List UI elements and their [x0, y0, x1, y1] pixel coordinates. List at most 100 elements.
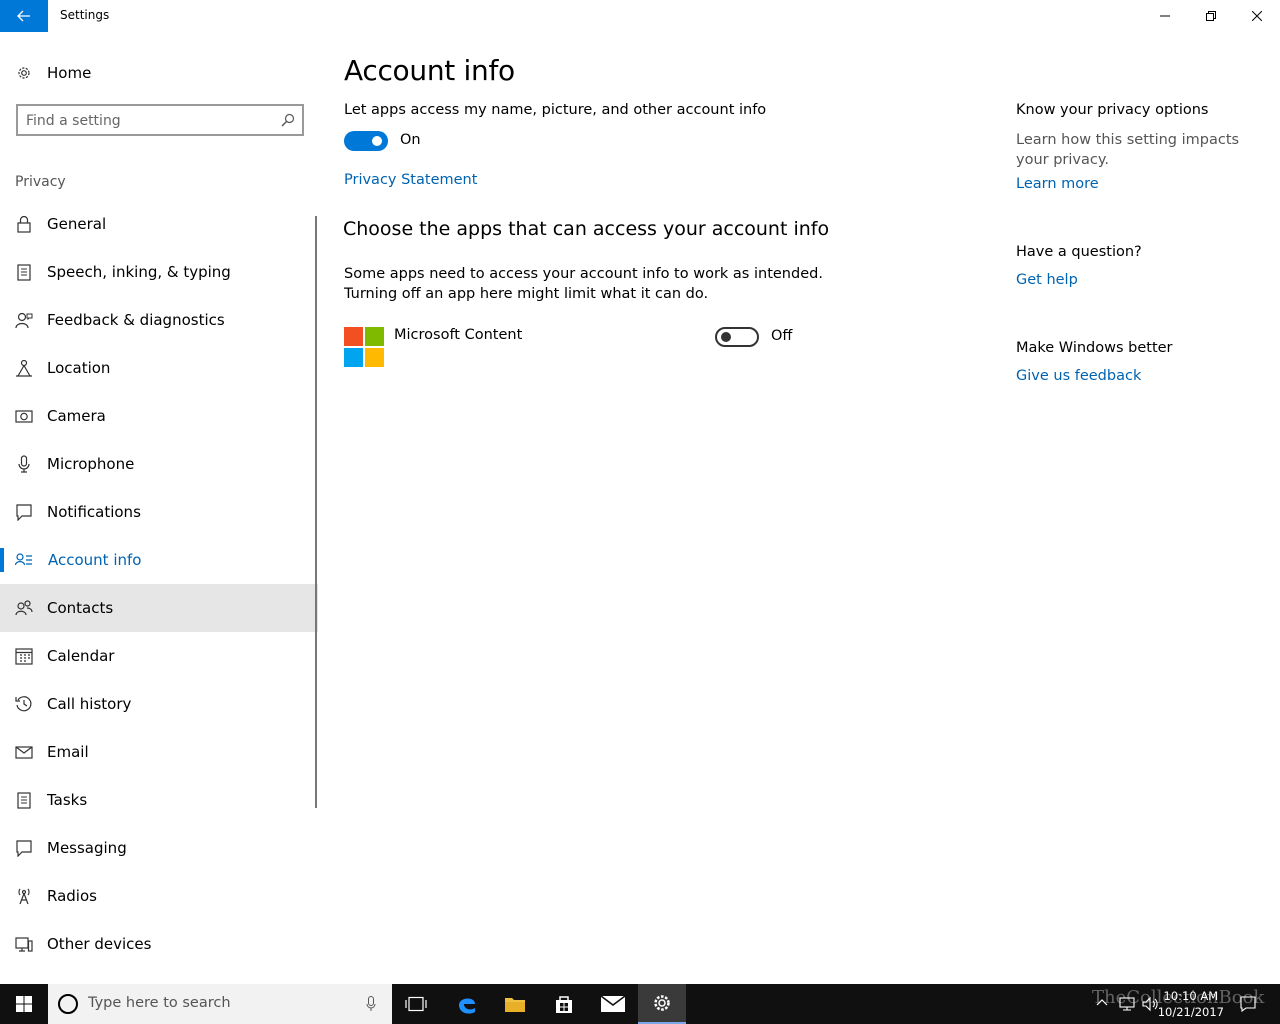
sidebar-item-camera[interactable]: Camera	[0, 392, 318, 440]
sidebar-item-label: Call history	[47, 695, 132, 713]
sidebar-item-speech[interactable]: Speech, inking, & typing	[0, 248, 318, 296]
folder-icon	[505, 998, 525, 1012]
window-title: Settings	[60, 8, 110, 22]
search-input[interactable]	[26, 111, 276, 131]
chevron-up-icon[interactable]	[1096, 996, 1108, 1008]
store-button[interactable]	[540, 984, 588, 1024]
find-setting-search[interactable]	[16, 104, 304, 136]
restore-button[interactable]	[1188, 0, 1234, 32]
home-label: Home	[47, 64, 92, 82]
sidebar-item-label: Calendar	[47, 647, 115, 665]
sidebar-item-label: Other devices	[47, 935, 152, 953]
taskbar-search[interactable]: Type here to search	[48, 984, 392, 1024]
contacts-icon	[15, 600, 33, 616]
gear-icon	[654, 995, 670, 1011]
gear-icon	[18, 67, 30, 79]
clipboard-icon	[17, 264, 31, 281]
sidebar-item-label: Tasks	[47, 791, 88, 809]
sidebar-item-label: Contacts	[47, 599, 114, 617]
radio-tower-icon	[18, 888, 30, 905]
section-description: Some apps need to access your account in…	[344, 266, 823, 302]
microsoft-logo-icon	[344, 327, 384, 367]
sidebar-item-label: Location	[47, 359, 111, 377]
sidebar-item-general[interactable]: General	[0, 200, 318, 248]
give-feedback-link[interactable]: Give us feedback	[1016, 368, 1141, 384]
notification-icon	[16, 504, 32, 521]
sidebar-item-feedback[interactable]: Feedback & diagnostics	[0, 296, 318, 344]
page-title: Account info	[344, 54, 515, 87]
email-icon	[15, 746, 33, 759]
taskbar-search-placeholder: Type here to search	[88, 995, 231, 1011]
sidebar-item-label: Microphone	[47, 455, 135, 473]
lock-icon	[17, 215, 31, 233]
sidebar-item-label: Camera	[47, 407, 106, 425]
learn-more-link[interactable]: Learn more	[1016, 176, 1099, 192]
sidebar-item-calendar[interactable]: Calendar	[0, 632, 318, 680]
calendar-icon	[15, 648, 33, 665]
sidebar-item-other-devices[interactable]: Other devices	[0, 920, 318, 968]
sidebar-item-radios[interactable]: Radios	[0, 872, 318, 920]
tasks-icon	[17, 792, 31, 809]
close-button[interactable]	[1234, 0, 1280, 32]
restore-icon	[1206, 11, 1216, 21]
task-view-icon	[405, 996, 427, 1012]
get-help-link[interactable]: Get help	[1016, 272, 1078, 288]
microsoft-content-toggle[interactable]	[715, 327, 759, 347]
arrow-left-icon	[17, 10, 30, 22]
section-header-privacy: Privacy	[15, 174, 66, 190]
privacy-options-heading: Know your privacy options	[1016, 102, 1209, 118]
action-center-icon[interactable]	[1240, 996, 1256, 1012]
sidebar-item-label: Messaging	[47, 839, 127, 857]
sidebar-item-label: Notifications	[47, 503, 141, 521]
devices-icon	[15, 937, 33, 952]
minimize-icon	[1160, 15, 1170, 17]
back-button[interactable]	[0, 0, 48, 32]
sidebar-item-account-info[interactable]: Account info	[0, 536, 318, 584]
history-icon	[15, 696, 32, 712]
sidebar-item-notifications[interactable]: Notifications	[0, 488, 318, 536]
search-icon[interactable]	[281, 113, 295, 127]
task-view-button[interactable]	[392, 984, 440, 1024]
close-icon	[1252, 11, 1262, 21]
sidebar-item-label: Account info	[48, 551, 142, 569]
messaging-icon	[16, 840, 32, 857]
home-link[interactable]: Home	[0, 56, 318, 90]
sidebar-item-tasks[interactable]: Tasks	[0, 776, 318, 824]
edge-button[interactable]	[443, 984, 491, 1024]
sidebar-item-label: Feedback & diagnostics	[47, 311, 225, 329]
sidebar-item-microphone[interactable]: Microphone	[0, 440, 318, 488]
sidebar-item-call-history[interactable]: Call history	[0, 680, 318, 728]
sidebar-item-label: Radios	[47, 887, 97, 905]
privacy-statement-link[interactable]: Privacy Statement	[344, 172, 477, 188]
windows-better-heading: Make Windows better	[1016, 340, 1173, 356]
sidebar-scrollbar[interactable]	[315, 216, 317, 808]
account-access-state: On	[400, 132, 421, 148]
sidebar-item-location[interactable]: Location	[0, 344, 318, 392]
taskbar: Type here to search TheCollectionBook 10…	[0, 984, 1280, 1024]
microphone-icon[interactable]	[366, 996, 376, 1012]
app-name: Microsoft Content	[394, 327, 523, 343]
sidebar-item-contacts[interactable]: Contacts	[0, 584, 318, 632]
sidebar-item-email[interactable]: Email	[0, 728, 318, 776]
network-icon[interactable]	[1119, 996, 1135, 1012]
account-access-label: Let apps access my name, picture, and ot…	[344, 102, 767, 118]
section-title: Choose the apps that can access your acc…	[343, 218, 830, 240]
clock-date: 10/21/2017	[1157, 1005, 1224, 1019]
location-icon	[16, 359, 32, 377]
person-feedback-icon	[15, 312, 33, 329]
sidebar-item-label: Email	[47, 743, 89, 761]
mail-icon	[601, 996, 625, 1012]
minimize-button[interactable]	[1142, 0, 1188, 32]
edge-icon	[459, 998, 475, 1014]
account-access-toggle[interactable]	[344, 131, 388, 151]
mail-button[interactable]	[589, 984, 637, 1024]
microphone-icon	[18, 455, 30, 473]
clock[interactable]: 10:10 AM 10/21/2017	[1158, 988, 1224, 1020]
windows-logo-icon	[16, 996, 32, 1012]
question-heading: Have a question?	[1016, 244, 1142, 260]
start-button[interactable]	[0, 984, 48, 1024]
file-explorer-button[interactable]	[491, 984, 539, 1024]
privacy-options-description: Learn how this setting impacts your priv…	[1016, 132, 1240, 168]
sidebar-item-messaging[interactable]: Messaging	[0, 824, 318, 872]
settings-taskbar-button[interactable]	[638, 984, 686, 1024]
